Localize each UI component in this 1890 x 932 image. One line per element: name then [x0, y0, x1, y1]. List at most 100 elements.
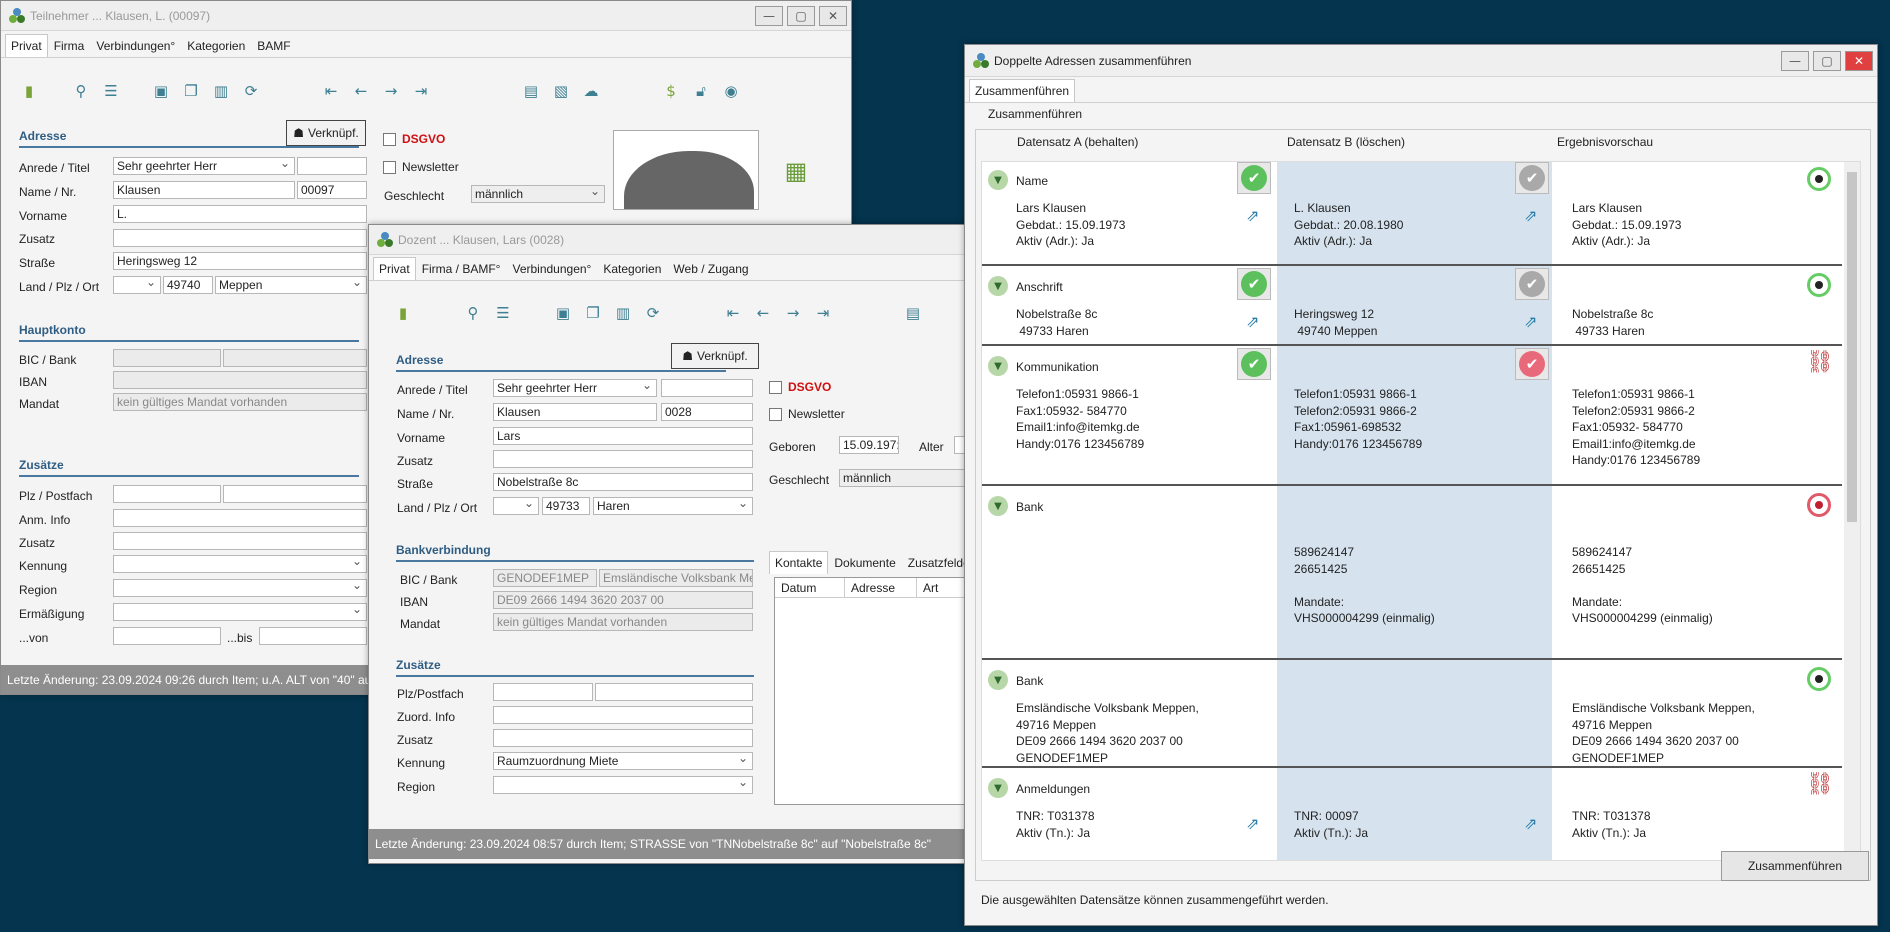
open-link-icon[interactable]: ⇗: [1246, 814, 1264, 833]
select-a-box[interactable]: ✔: [1237, 348, 1271, 380]
plz-postfach-field[interactable]: [113, 485, 221, 503]
expand-icon[interactable]: ▼: [988, 276, 1008, 296]
open-link-icon[interactable]: ⇗: [1246, 206, 1264, 225]
col-art[interactable]: Art: [917, 578, 944, 597]
tab-bamf[interactable]: BAMF: [251, 34, 296, 57]
zusatz-field[interactable]: [113, 229, 367, 247]
vorname-field[interactable]: Lars: [493, 427, 753, 445]
tab-kategorien[interactable]: Kategorien: [181, 34, 251, 57]
name-field[interactable]: Klausen: [493, 403, 657, 421]
dsgvo-checkbox[interactable]: DSGVO: [383, 132, 445, 146]
name-field[interactable]: Klausen: [113, 181, 295, 199]
close-button[interactable]: ✕: [1845, 50, 1873, 71]
chat-icon[interactable]: ☁: [581, 81, 601, 101]
save-icon[interactable]: ▣: [553, 303, 573, 323]
strasse-field[interactable]: Nobelstraße 8c: [493, 473, 753, 491]
newsletter-checkbox[interactable]: Newsletter: [383, 160, 459, 174]
ort-select[interactable]: Meppen: [215, 276, 367, 294]
tab-verbindungen[interactable]: Verbindungen°: [506, 257, 597, 280]
maximize-button[interactable]: ▢: [787, 5, 815, 26]
subtab-zusatzfelder[interactable]: Zusatzfelder: [902, 551, 967, 574]
delete-icon[interactable]: ▥: [211, 81, 231, 101]
vorname-field[interactable]: L.: [113, 205, 367, 223]
titel-field[interactable]: [297, 157, 367, 175]
open-link-icon[interactable]: ⇗: [1524, 206, 1542, 225]
card-icon[interactable]: ▤: [903, 303, 923, 323]
minimize-button[interactable]: —: [1781, 50, 1809, 71]
subtab-kontakte[interactable]: Kontakte: [769, 551, 829, 574]
close-button[interactable]: ✕: [819, 5, 847, 26]
first-icon[interactable]: ⇤: [723, 303, 743, 323]
refresh-icon[interactable]: ⟳: [241, 81, 261, 101]
open-link-icon[interactable]: ⇗: [1246, 312, 1264, 331]
list-icon[interactable]: ☰: [101, 81, 121, 101]
strasse-field[interactable]: Heringsweg 12: [113, 252, 367, 270]
merge-link-icon[interactable]: ⛓: [1806, 772, 1834, 797]
geschlecht-select[interactable]: männlich: [471, 185, 605, 203]
zusatz-field[interactable]: [493, 450, 753, 468]
plz-field[interactable]: 49733: [542, 497, 590, 515]
last-icon[interactable]: ⇥: [411, 81, 431, 101]
select-a-box[interactable]: ✔: [1237, 162, 1271, 194]
expand-icon[interactable]: ▼: [988, 778, 1008, 798]
copy-icon[interactable]: ❐: [583, 303, 603, 323]
postfach-field[interactable]: [595, 683, 753, 701]
delete-icon[interactable]: ▥: [613, 303, 633, 323]
expand-icon[interactable]: ▼: [988, 170, 1008, 190]
region-select[interactable]: [493, 776, 753, 794]
minimize-button[interactable]: —: [755, 5, 783, 26]
tab-web-zugang[interactable]: Web / Zugang: [667, 257, 754, 280]
ermaessigung-select[interactable]: [113, 603, 367, 621]
land-select[interactable]: [493, 497, 539, 515]
select-b-box[interactable]: ✔: [1515, 162, 1549, 194]
calendar-icon[interactable]: ▦: [785, 157, 808, 185]
card-icon[interactable]: ▤: [521, 81, 541, 101]
col-adresse[interactable]: Adresse: [845, 578, 917, 597]
copy-icon[interactable]: ❐: [181, 81, 201, 101]
select-a-box[interactable]: ✔: [1237, 268, 1271, 300]
scrollbar[interactable]: [1844, 162, 1860, 860]
land-select[interactable]: [113, 276, 161, 294]
titel-field[interactable]: [661, 379, 753, 397]
result-radio-icon[interactable]: [1807, 167, 1831, 191]
expand-icon[interactable]: ▼: [988, 670, 1008, 690]
zusatz2-field[interactable]: [493, 729, 753, 747]
expand-icon[interactable]: ▼: [988, 496, 1008, 516]
tab-verbindungen[interactable]: Verbindungen°: [90, 34, 181, 57]
result-radio-icon[interactable]: [1807, 493, 1831, 517]
list-icon[interactable]: ☰: [493, 303, 513, 323]
anrede-select[interactable]: Sehr geehrter Herr: [113, 157, 295, 175]
nr-field[interactable]: 00097: [297, 181, 367, 199]
newsletter-checkbox[interactable]: Newsletter: [769, 407, 845, 421]
merge-link-icon[interactable]: ⛓: [1806, 350, 1834, 375]
search-icon[interactable]: ⚲: [71, 81, 91, 101]
money-icon[interactable]: $: [661, 81, 681, 101]
tab-privat[interactable]: Privat: [373, 257, 416, 280]
tab-privat[interactable]: Privat: [5, 34, 48, 57]
zusatz2-field[interactable]: [113, 532, 367, 550]
next-icon[interactable]: →: [381, 81, 401, 101]
region-select[interactable]: [113, 579, 367, 597]
unlock-icon[interactable]: 🔓︎: [691, 81, 711, 101]
prev-icon[interactable]: ←: [351, 81, 371, 101]
refresh-icon[interactable]: ⟳: [643, 303, 663, 323]
anm-info-field[interactable]: [113, 509, 367, 527]
zusammenfuehren-button[interactable]: Zusammenführen: [1721, 851, 1869, 881]
save-icon[interactable]: ▣: [151, 81, 171, 101]
new-icon[interactable]: ▮: [393, 303, 413, 323]
bis-field[interactable]: [259, 627, 367, 645]
tab-firma[interactable]: Firma: [48, 34, 91, 57]
postfach-field[interactable]: [223, 485, 367, 503]
result-radio-icon[interactable]: [1807, 273, 1831, 297]
col-datum[interactable]: Datum: [775, 578, 845, 597]
maximize-button[interactable]: ▢: [1813, 50, 1841, 71]
select-b-box[interactable]: ✔: [1515, 348, 1549, 380]
verknuepf-button[interactable]: ☗ Verknüpf.: [671, 343, 759, 369]
open-link-icon[interactable]: ⇗: [1524, 312, 1542, 331]
search-icon[interactable]: ⚲: [463, 303, 483, 323]
plz-postfach-field[interactable]: [493, 683, 593, 701]
kennung-select[interactable]: Raumzuordnung Miete: [493, 752, 753, 770]
zuord-info-field[interactable]: [493, 706, 753, 724]
prev-icon[interactable]: ←: [753, 303, 773, 323]
dsgvo-checkbox[interactable]: DSGVO: [769, 380, 831, 394]
